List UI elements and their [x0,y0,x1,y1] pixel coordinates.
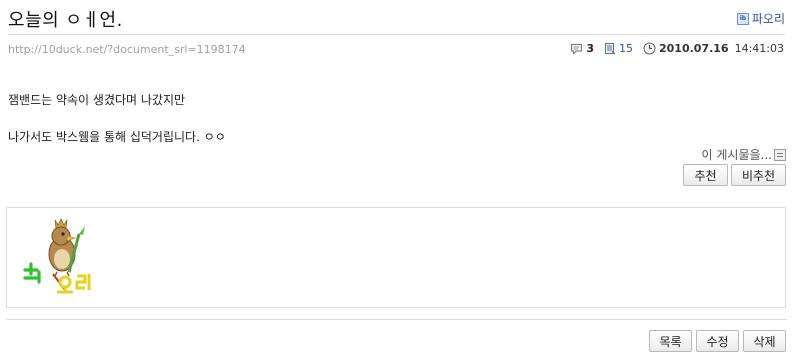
edit-button[interactable]: 수정 [696,330,739,352]
report-label[interactable]: 이 게시물을... [702,146,772,163]
read-count: 15 [619,42,633,55]
post-time: 14:41:03 [734,42,784,55]
comment-count: 3 [586,42,594,55]
document-menu-icon[interactable] [774,148,786,161]
author-name[interactable]: 파오리 [752,10,785,27]
comment-count-group[interactable]: 3 [570,42,594,55]
report-menu[interactable]: 이 게시물을... [702,146,786,163]
user-badge-icon: ib [736,12,749,25]
author-link[interactable]: ib 파오리 [736,10,785,27]
comment-bubble-icon [571,43,583,55]
post-meta: 3 15 2010.07.16 14:41:03 [560,42,784,55]
post-title: 오늘의 ㅇㅔ언. [8,10,123,31]
farfetchd-signature-image [23,218,91,294]
post-date: 2010.07.16 [659,42,729,55]
title-divider [8,34,785,35]
list-button[interactable]: 목록 [649,330,692,352]
clock-icon [643,42,656,55]
read-count-group: 15 [604,42,633,55]
recommend-button[interactable]: 추천 [683,164,728,186]
delete-button[interactable]: 삭제 [743,330,786,352]
document-url[interactable]: http://10duck.net/?document_srl=1198174 [8,43,246,56]
body-line: 나가서도 박스웸을 통해 십덕거립니다. ㅇㅇ [8,130,226,144]
post-date-group: 2010.07.16 14:41:03 [643,42,784,55]
body-line: 잼밴드는 약속이 생겼다며 나갔지만 [8,93,186,107]
signature-box [6,207,786,308]
not-recommend-button[interactable]: 비추천 [731,164,786,186]
footer-divider [6,319,787,320]
document-read-icon [605,43,616,55]
